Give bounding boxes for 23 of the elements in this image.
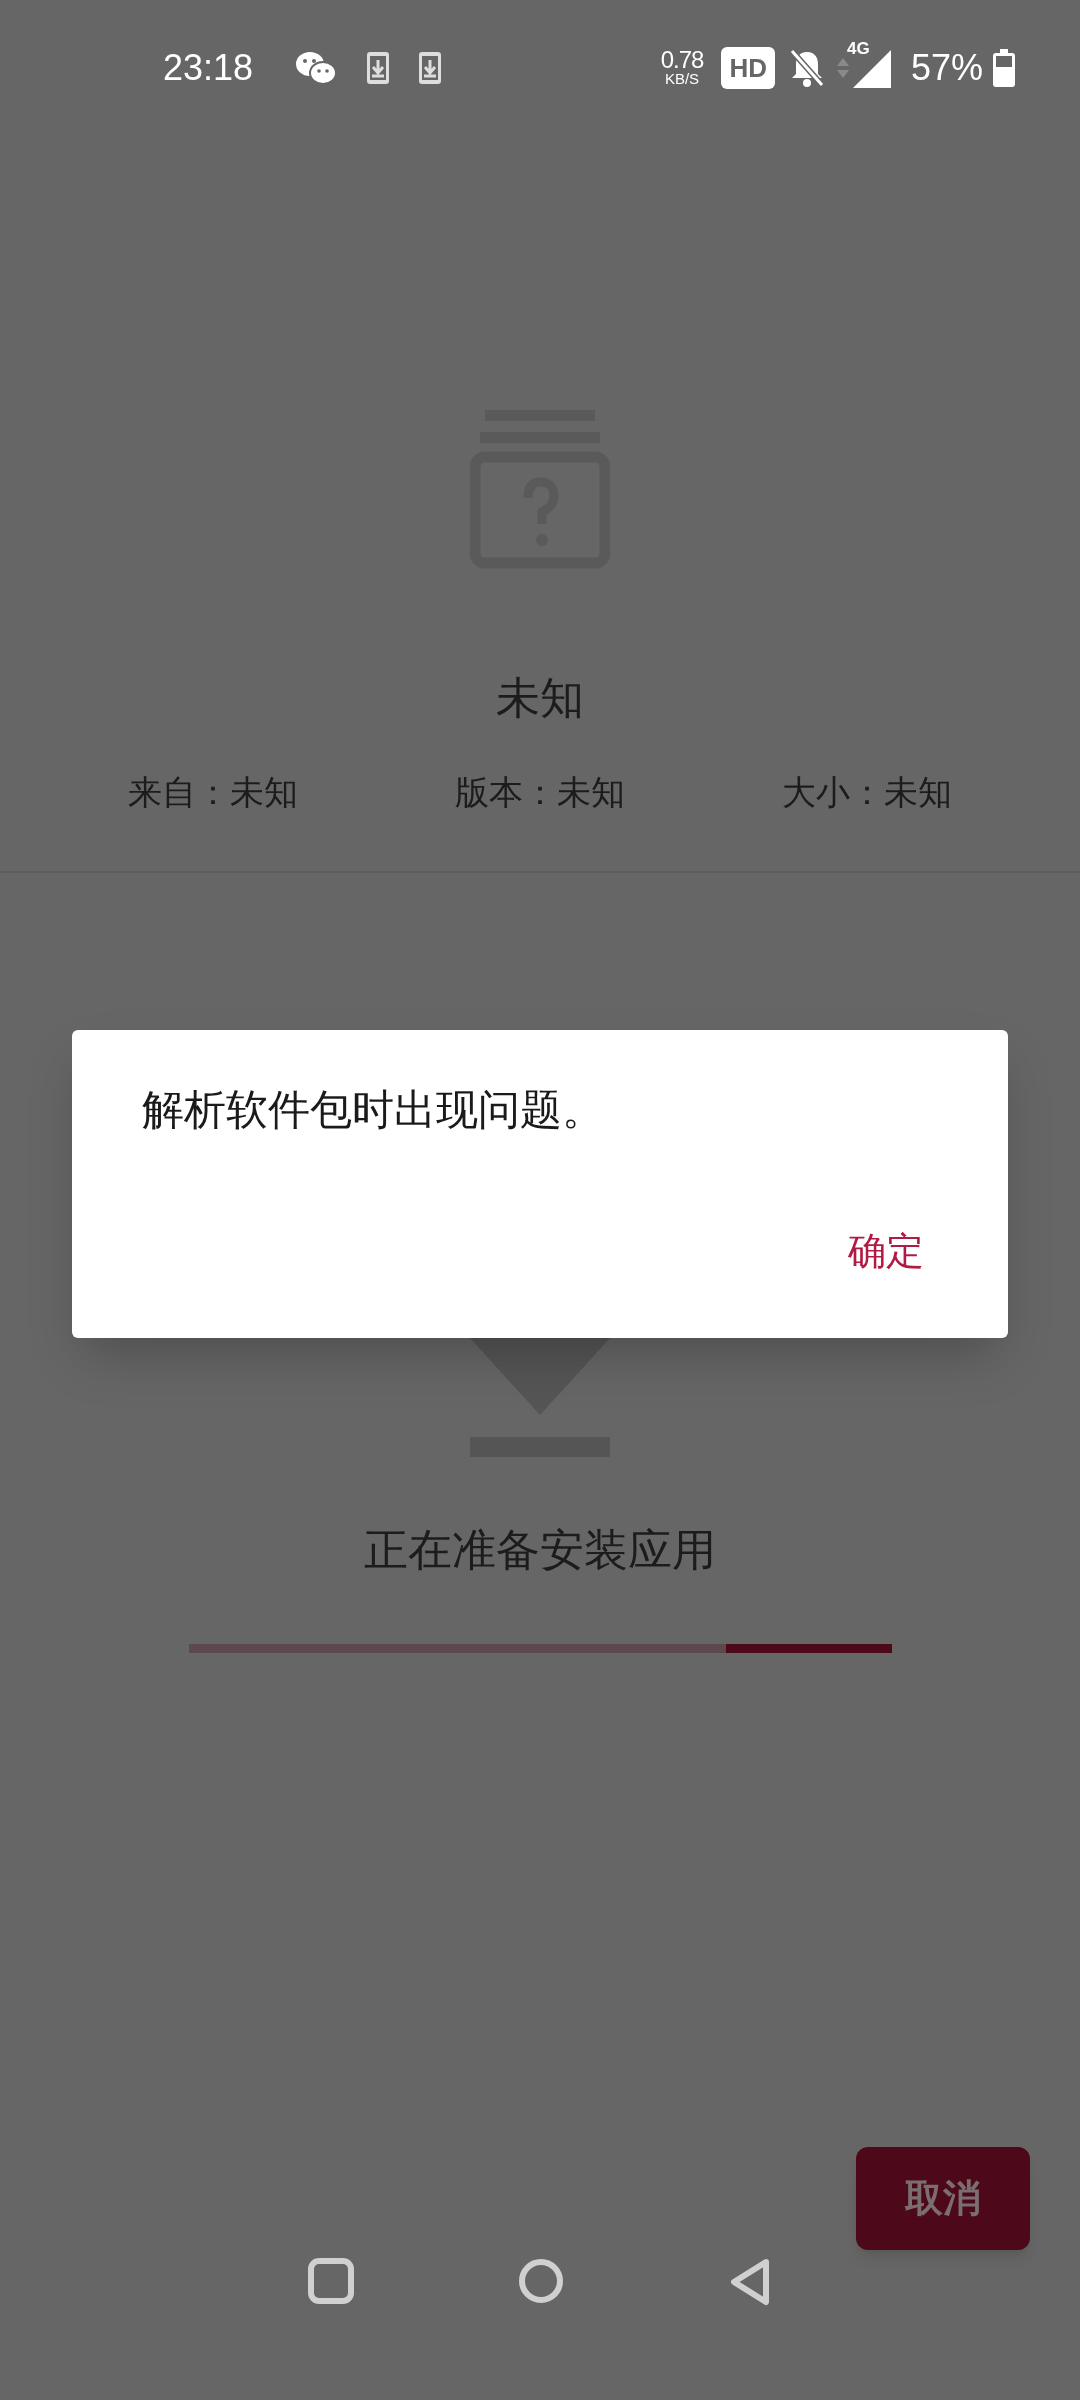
hd-badge: HD: [721, 46, 775, 89]
speed-unit: KB/S: [664, 71, 700, 86]
chat-bubbles-icon: [295, 49, 338, 86]
dialog-message: 解析软件包时出现问题。: [142, 1085, 604, 1135]
info-label: 来自：未知: [128, 772, 299, 813]
bell-off-icon: [788, 47, 825, 88]
info-label: 版本：未知: [455, 772, 625, 813]
battery-percentage: 57%: [910, 47, 983, 88]
network-type: 4G: [846, 39, 870, 58]
network-speed: 0.78: [660, 49, 704, 71]
data-arrows-icon: [836, 57, 849, 78]
home-icon[interactable]: [518, 2258, 564, 2304]
clock: 23:18: [163, 47, 254, 88]
back-icon[interactable]: [728, 2258, 772, 2306]
recents-icon[interactable]: [308, 2258, 354, 2304]
ok-button[interactable]: 确定: [844, 1226, 928, 1276]
info-label: 大小：未知: [781, 772, 952, 813]
battery-icon: [993, 48, 1015, 87]
download-phone-icon: [367, 51, 390, 84]
app-name: 未知: [496, 672, 584, 724]
install-status: 正在准备安装应用: [364, 1524, 716, 1576]
download-icon: [470, 1338, 610, 1457]
download-phone-icon: [419, 51, 442, 84]
